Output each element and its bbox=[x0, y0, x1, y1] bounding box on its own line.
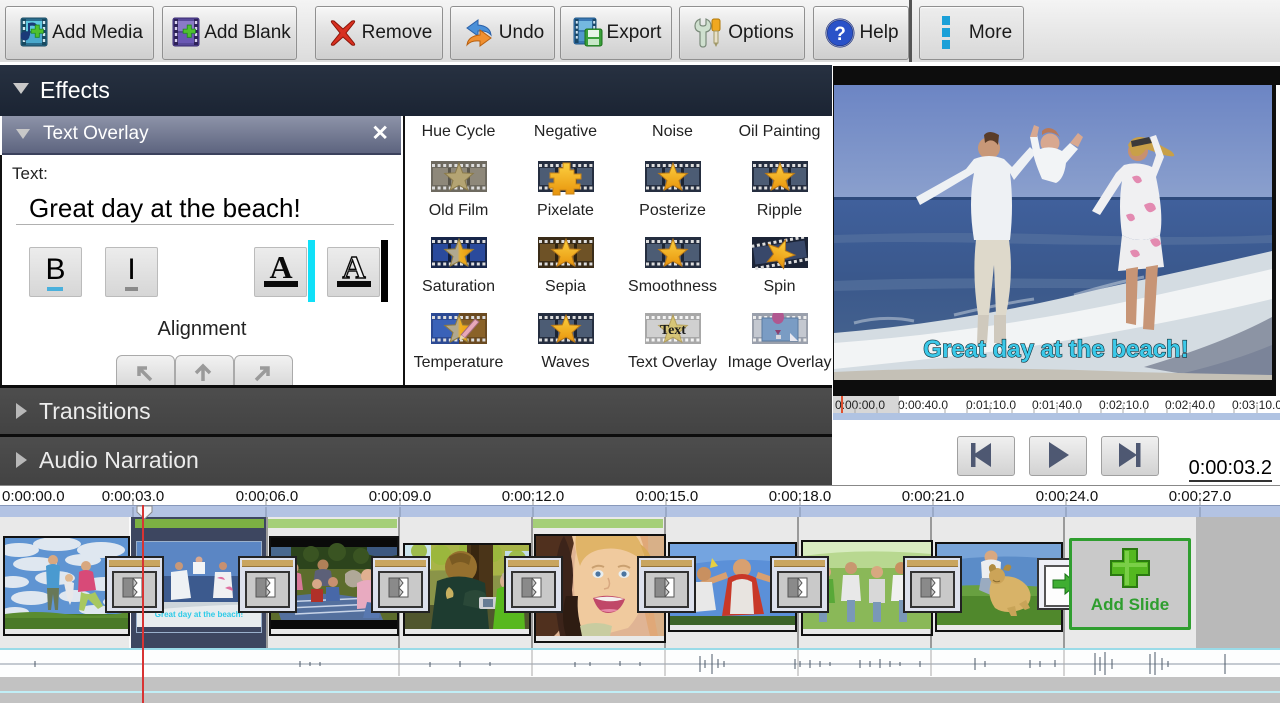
svg-text:Great day at the beach!: Great day at the beach! bbox=[155, 610, 243, 619]
svg-text:A: A bbox=[269, 252, 292, 285]
svg-text:Text: Text bbox=[660, 323, 686, 338]
svg-text:A: A bbox=[342, 252, 365, 285]
svg-text:Great day at the beach!: Great day at the beach! bbox=[923, 336, 1188, 363]
svg-text:?: ? bbox=[835, 24, 847, 45]
